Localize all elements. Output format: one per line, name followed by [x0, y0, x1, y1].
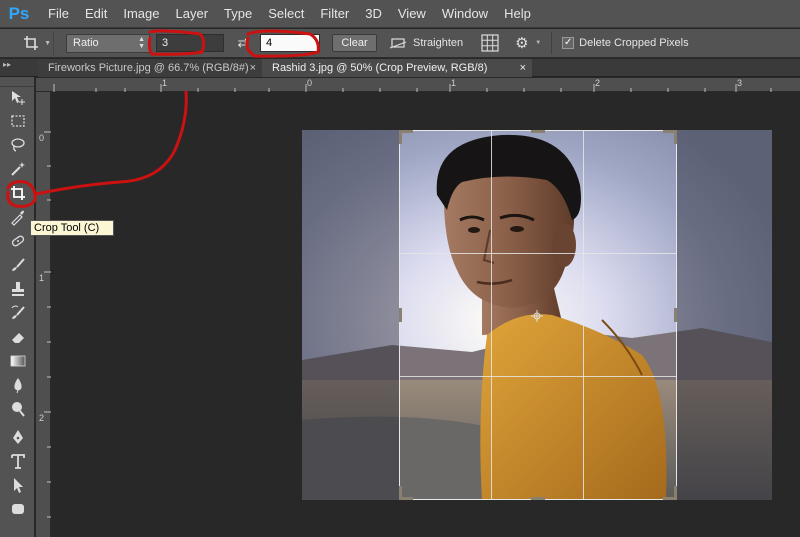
panel-grip[interactable]: [0, 77, 34, 87]
move-icon[interactable]: [7, 87, 29, 107]
straighten-label: Straighten: [413, 37, 464, 49]
tool-preset-picker[interactable]: ▼: [8, 31, 54, 55]
blur-icon[interactable]: [7, 375, 29, 395]
tab-label: Rashid 3.jpg @ 50% (Crop Preview, RGB/8): [272, 62, 488, 74]
straighten-button[interactable]: Straighten: [389, 36, 463, 50]
menu-3d[interactable]: 3D: [357, 0, 390, 28]
magic-wand-icon[interactable]: [7, 159, 29, 179]
crop-settings-gear-icon[interactable]: ⚙ ▼: [515, 34, 541, 52]
horizontal-ruler: 1 0 1 2 3: [36, 78, 800, 92]
path-selection-icon[interactable]: [7, 475, 29, 495]
pen-icon[interactable]: [7, 427, 29, 447]
ruler-label: 3: [737, 78, 743, 88]
clear-button[interactable]: Clear: [332, 34, 377, 52]
vertical-ruler: 0 1 2: [36, 92, 51, 537]
close-icon[interactable]: ×: [250, 59, 256, 77]
crop-selection[interactable]: [399, 130, 677, 500]
document-tabs: ▸▸ Fireworks Picture.jpg @ 66.7% (RGB/8#…: [0, 59, 800, 77]
menu-help[interactable]: Help: [496, 0, 539, 28]
delete-cropped-pixels-option[interactable]: ✓ Delete Cropped Pixels: [562, 37, 689, 49]
menu-select[interactable]: Select: [260, 0, 312, 28]
brush-icon[interactable]: [7, 255, 29, 275]
gradient-icon[interactable]: [7, 351, 29, 371]
chevron-down-icon: ▼: [535, 40, 542, 46]
crop-icon[interactable]: [7, 183, 29, 203]
options-divider: [551, 32, 553, 54]
menu-view[interactable]: View: [390, 0, 434, 28]
menu-bar: Ps File Edit Image Layer Type Select Fil…: [0, 0, 800, 28]
ruler-label: 2: [39, 413, 45, 423]
ruler-label: 1: [451, 78, 457, 88]
crop-preset-select[interactable]: Ratio ▲ ▼: [66, 33, 150, 53]
select-arrows-icon: ▲ ▼: [138, 35, 145, 50]
healing-brush-icon[interactable]: [7, 231, 29, 251]
dodge-icon[interactable]: [7, 399, 29, 419]
type-icon[interactable]: [7, 451, 29, 471]
crop-handles[interactable]: [399, 130, 677, 500]
crop-preset-value: Ratio: [73, 36, 99, 49]
eyedropper-icon[interactable]: [7, 207, 29, 227]
options-bar: ▼ Ratio ▲ ▼ 3 ⇄ 4 Clear Straighten ⚙ ▼ ✓ D…: [0, 29, 800, 58]
crop-icon: [23, 36, 38, 50]
menu-file[interactable]: File: [40, 0, 77, 28]
chevron-down-icon: ▼: [44, 40, 51, 47]
marquee-icon[interactable]: [7, 111, 29, 131]
tab-label: Fireworks Picture.jpg @ 66.7% (RGB/8#): [48, 62, 249, 74]
tools-panel: [0, 77, 35, 537]
history-brush-icon[interactable]: [7, 303, 29, 323]
ratio-height-input[interactable]: 4: [260, 34, 320, 52]
ruler-label: 0: [307, 78, 313, 88]
close-icon[interactable]: ×: [520, 59, 526, 77]
menu-type[interactable]: Type: [216, 0, 260, 28]
ratio-width-input[interactable]: 3: [156, 34, 224, 52]
delete-cropped-checkbox[interactable]: ✓: [562, 37, 575, 49]
menu-layer[interactable]: Layer: [168, 0, 217, 28]
ruler-label: 1: [162, 78, 168, 88]
menu-window[interactable]: Window: [434, 0, 496, 28]
straighten-icon: [389, 38, 407, 49]
tab-fireworks-picture[interactable]: Fireworks Picture.jpg @ 66.7% (RGB/8#) ×: [38, 59, 262, 77]
overlay-grid-icon[interactable]: [481, 34, 499, 52]
collapse-panel-icon[interactable]: ▸▸: [3, 60, 11, 69]
menu-edit[interactable]: Edit: [77, 0, 115, 28]
ruler-label: 0: [39, 133, 45, 143]
delete-cropped-label: Delete Cropped Pixels: [579, 37, 689, 49]
menu-filter[interactable]: Filter: [312, 0, 357, 28]
clone-stamp-icon[interactable]: [7, 279, 29, 299]
tab-rashid-3[interactable]: Rashid 3.jpg @ 50% (Crop Preview, RGB/8)…: [262, 59, 532, 77]
crop-tool-tooltip: Crop Tool (C): [30, 220, 114, 236]
lasso-icon[interactable]: [7, 135, 29, 155]
photoshop-logo: Ps: [8, 3, 30, 23]
menu-image[interactable]: Image: [115, 0, 167, 28]
ruler-label: 1: [39, 273, 45, 283]
shape-icon[interactable]: [7, 499, 29, 519]
swap-dimensions-icon[interactable]: ⇄: [234, 35, 252, 51]
ruler-label: 2: [595, 78, 601, 88]
eraser-icon[interactable]: [7, 327, 29, 347]
